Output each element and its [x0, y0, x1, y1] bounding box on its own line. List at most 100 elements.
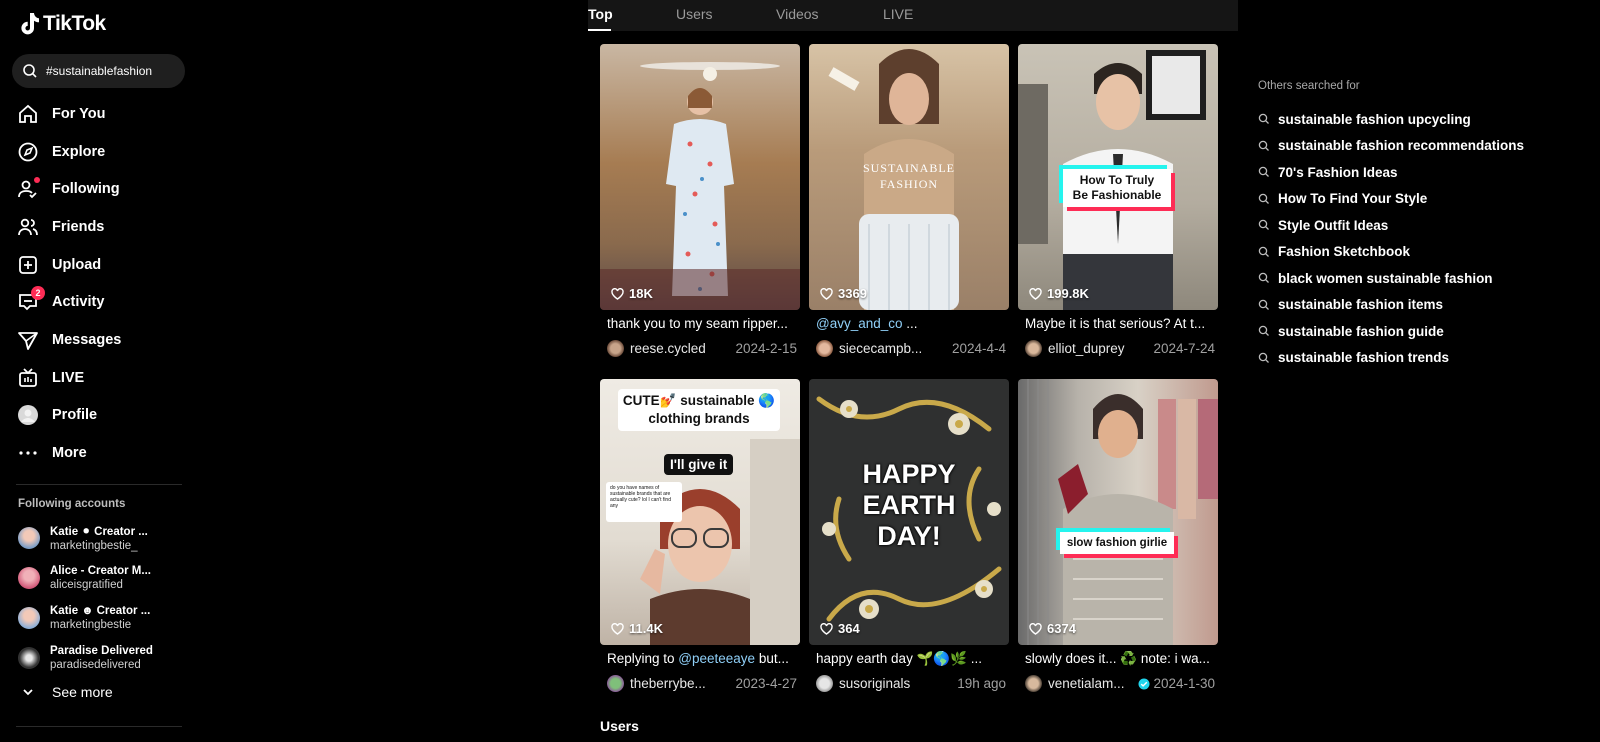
- following-account[interactable]: Alice - Creator M... aliceisgratified: [18, 558, 153, 598]
- description-mention[interactable]: @peeteeaye: [678, 651, 755, 666]
- tab-live[interactable]: LIVE: [883, 6, 913, 22]
- more-icon: [16, 441, 40, 465]
- video-author[interactable]: susoriginals: [839, 676, 951, 691]
- avatar[interactable]: [607, 340, 624, 357]
- likes-count: 199.8K: [1047, 286, 1089, 301]
- likes-count: 6374: [1047, 621, 1076, 636]
- see-more-button[interactable]: See more: [22, 684, 113, 700]
- active-tab-indicator: [588, 29, 611, 31]
- nav-more[interactable]: More: [16, 434, 186, 472]
- video-overlay-text: SUSTAINABLE FASHION: [862, 161, 956, 191]
- video-thumbnail[interactable]: How To Truly Be Fashionable 199.8K: [1018, 44, 1218, 310]
- video-author[interactable]: siececampb...: [839, 341, 946, 356]
- video-likes: 6374: [1029, 621, 1076, 636]
- nav-activity[interactable]: 2 Activity: [16, 283, 186, 321]
- description-text: slowly does it... ♻️ note: i wa...: [1025, 651, 1210, 666]
- related-search-item[interactable]: How To Find Your Style: [1258, 186, 1524, 213]
- thumbnail-art: [1027, 379, 1218, 645]
- video-card[interactable]: 18K thank you to my seam ripper... reese…: [600, 44, 800, 357]
- upload-icon: [16, 253, 40, 277]
- related-search-item[interactable]: Style Outfit Ideas: [1258, 212, 1524, 239]
- related-search-label: sustainable fashion items: [1278, 297, 1444, 313]
- see-more-label: See more: [52, 684, 113, 700]
- sidebar-divider: [16, 726, 182, 727]
- video-description[interactable]: thank you to my seam ripper...: [607, 316, 797, 331]
- video-meta: susoriginals 19h ago: [816, 675, 1006, 692]
- video-description[interactable]: Replying to @peeteeaye but...: [607, 651, 797, 666]
- video-card[interactable]: HAPPY EARTH DAY! 364 happy earth day 🌱🌎🌿…: [809, 379, 1009, 692]
- related-search-label: sustainable fashion guide: [1278, 323, 1444, 339]
- avatar[interactable]: [816, 675, 833, 692]
- video-meta: venetialam... 2024-1-30: [1025, 675, 1215, 692]
- likes-count: 11.4K: [629, 621, 663, 636]
- video-author[interactable]: elliot_duprey: [1048, 341, 1147, 356]
- video-thumbnail[interactable]: 18K: [600, 44, 800, 310]
- related-search-item[interactable]: sustainable fashion upcycling: [1258, 106, 1524, 133]
- video-author[interactable]: reese.cycled: [630, 341, 729, 356]
- video-description[interactable]: Maybe it is that serious? At t...: [1025, 316, 1215, 331]
- search-input[interactable]: [46, 64, 176, 78]
- avatar: [18, 607, 40, 629]
- video-card[interactable]: slow fashion girlie 6374 slowly does it.…: [1018, 379, 1218, 692]
- search-icon: [1258, 220, 1269, 231]
- chevron-down-icon: [23, 689, 33, 696]
- video-card[interactable]: How To Truly Be Fashionable 199.8K Maybe…: [1018, 44, 1218, 357]
- nav-live[interactable]: LIVE: [16, 359, 186, 397]
- video-meta: theberrybe... 2023-4-27: [607, 675, 797, 692]
- activity-badge: 2: [31, 286, 45, 301]
- likes-count: 364: [838, 621, 860, 636]
- avatar[interactable]: [1025, 340, 1042, 357]
- video-thumbnail[interactable]: CUTE💅 sustainable 🌎 clothing brands I'll…: [600, 379, 800, 645]
- video-thumbnail[interactable]: HAPPY EARTH DAY! 364: [809, 379, 1009, 645]
- video-author[interactable]: theberrybe...: [630, 676, 729, 691]
- video-thumbnail[interactable]: slow fashion girlie 6374: [1018, 379, 1218, 645]
- description-text: ...: [902, 316, 918, 331]
- related-search-item[interactable]: sustainable fashion items: [1258, 292, 1524, 319]
- video-likes: 11.4K: [611, 621, 663, 636]
- search-bar[interactable]: [12, 54, 185, 88]
- related-search-item[interactable]: sustainable fashion trends: [1258, 345, 1524, 372]
- search-icon[interactable]: [22, 63, 38, 79]
- avatar[interactable]: [607, 675, 624, 692]
- related-search-item[interactable]: sustainable fashion recommendations: [1258, 133, 1524, 160]
- heart-icon: [611, 287, 624, 300]
- nav-profile[interactable]: Profile: [16, 397, 186, 435]
- video-author[interactable]: venetialam...: [1048, 676, 1132, 691]
- video-overlay-text: CUTE💅 sustainable 🌎 clothing brands: [618, 389, 780, 431]
- following-account[interactable]: Katie ☻ Creator ... marketingbestie: [18, 598, 153, 638]
- related-search-item[interactable]: sustainable fashion guide: [1258, 318, 1524, 345]
- video-description[interactable]: happy earth day 🌱🌎🌿 ...: [816, 651, 1006, 667]
- related-search-label: Fashion Sketchbook: [1278, 244, 1411, 260]
- friends-icon: [16, 215, 40, 239]
- tiktok-logo[interactable]: TikTok: [18, 12, 106, 36]
- video-thumbnail[interactable]: SUSTAINABLE FASHION 3369: [809, 44, 1009, 310]
- video-date: 2024-4-4: [951, 341, 1006, 356]
- nav-friends[interactable]: Friends: [16, 208, 186, 246]
- avatar[interactable]: [816, 340, 833, 357]
- avatar[interactable]: [1025, 675, 1042, 692]
- nav-following[interactable]: Following: [16, 170, 186, 208]
- avatar: [18, 567, 40, 589]
- following-account[interactable]: Paradise Delivered paradisedelivered: [18, 638, 153, 678]
- compass-icon: [16, 140, 40, 164]
- tab-users[interactable]: Users: [676, 6, 713, 22]
- nav-upload[interactable]: Upload: [16, 246, 186, 284]
- nav-explore[interactable]: Explore: [16, 133, 186, 171]
- tab-top[interactable]: Top: [588, 6, 613, 22]
- video-card[interactable]: CUTE💅 sustainable 🌎 clothing brands I'll…: [600, 379, 800, 692]
- related-search-item[interactable]: Fashion Sketchbook: [1258, 239, 1524, 266]
- related-search-label: 70's Fashion Ideas: [1278, 164, 1398, 180]
- video-card[interactable]: SUSTAINABLE FASHION 3369 @avy_and_co ...…: [809, 44, 1009, 357]
- video-description[interactable]: slowly does it... ♻️ note: i wa...: [1025, 651, 1215, 667]
- nav-for-you[interactable]: For You: [16, 95, 186, 133]
- related-search-item[interactable]: black women sustainable fashion: [1258, 265, 1524, 292]
- nav-messages[interactable]: Messages: [16, 321, 186, 359]
- sidebar: TikTok For You Explore Following Friends…: [0, 0, 200, 742]
- tiktok-logo-icon: [21, 13, 39, 35]
- related-search-item[interactable]: 70's Fashion Ideas: [1258, 159, 1524, 186]
- related-search-label: sustainable fashion upcycling: [1278, 111, 1471, 127]
- tab-videos[interactable]: Videos: [776, 6, 819, 22]
- description-mention[interactable]: @avy_and_co: [816, 316, 903, 331]
- following-account[interactable]: Katie ⚫ Creator ... marketingbestie_: [18, 518, 153, 558]
- video-description[interactable]: @avy_and_co ...: [816, 316, 1006, 331]
